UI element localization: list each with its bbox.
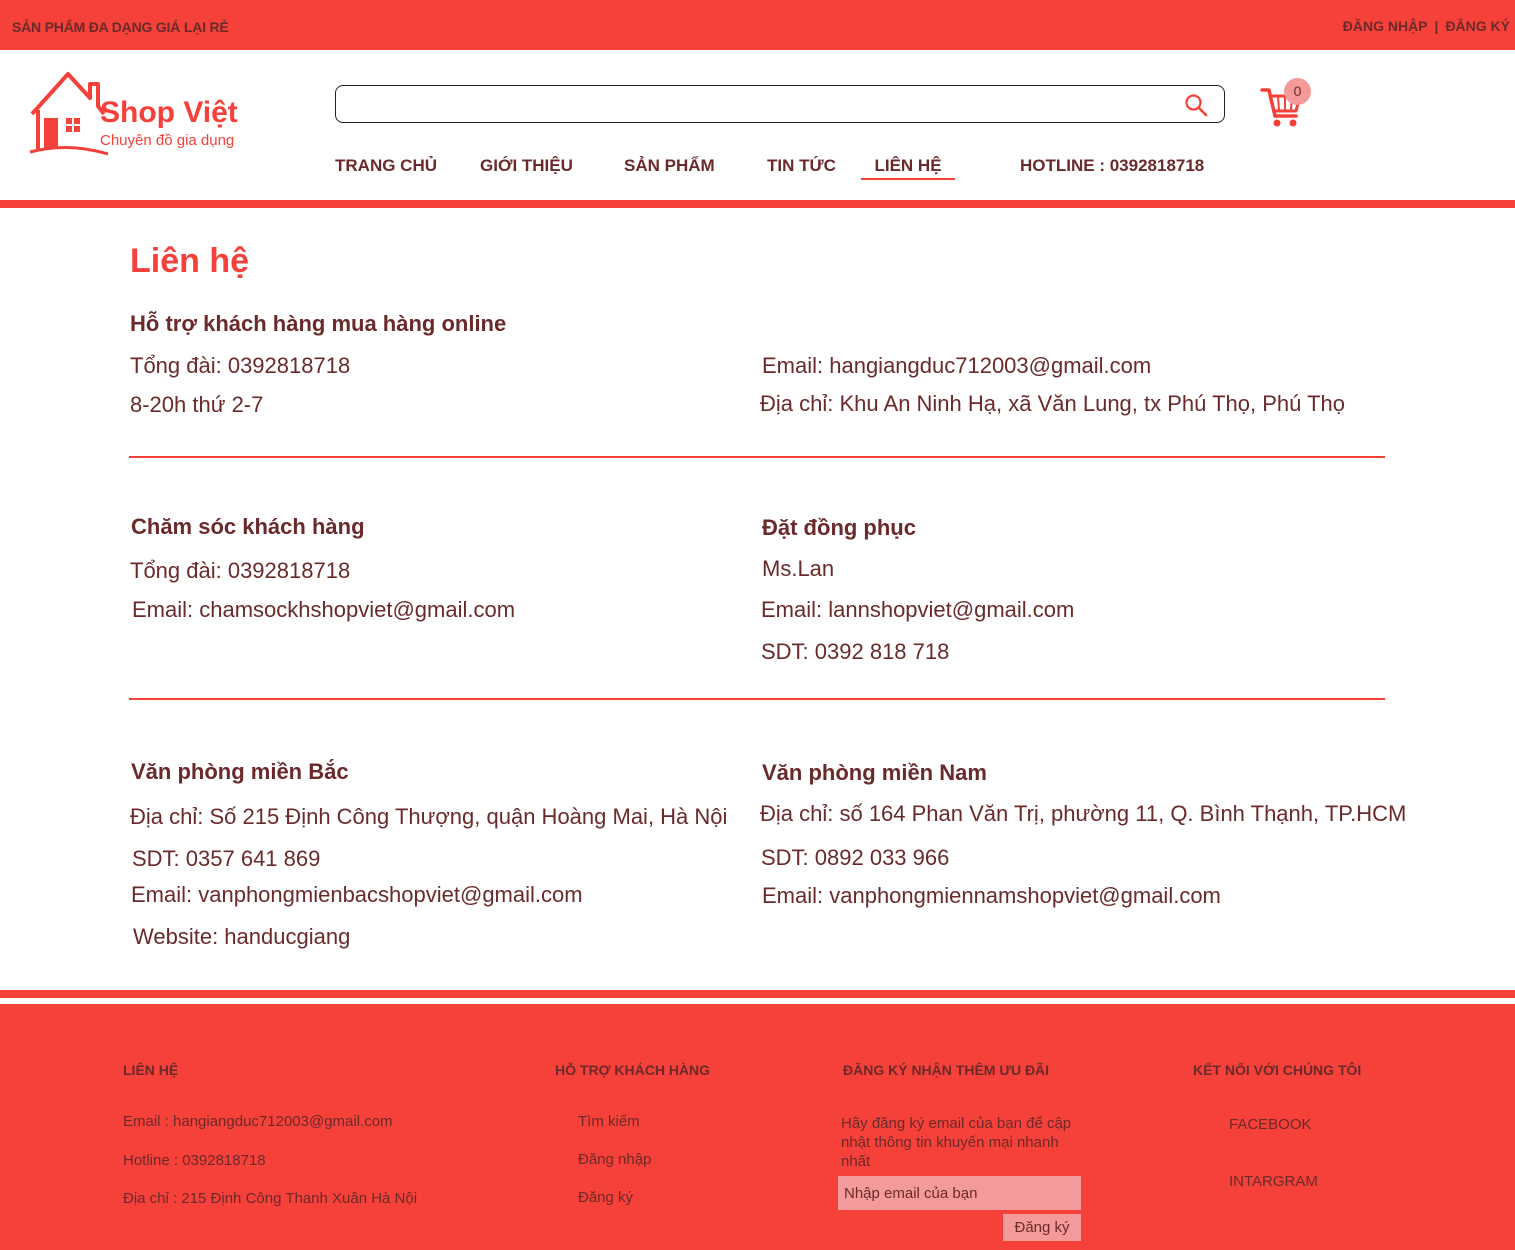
online-support-hours: 8-20h thứ 2-7 xyxy=(130,392,264,417)
footer-social-title: KẾT NỐI VỚI CHÚNG TÔI xyxy=(1193,1062,1362,1078)
main-nav: TRANG CHỦ GIỚI THIỆU SẢN PHẨM TIN TỨC LI… xyxy=(0,156,1515,186)
online-support-email: Email: hangiangduc712003@gmail.com xyxy=(762,353,1152,378)
uniform-order-email: Email: lannshopviet@gmail.com xyxy=(761,597,1075,622)
logo[interactable]: Shop Việt Chuyên đồ gia dụng xyxy=(28,70,268,160)
footer: LIÊN HỆ Email : hangiangduc712003@gmail.… xyxy=(0,1004,1515,1250)
footer-link-login[interactable]: Đăng nhập xyxy=(578,1151,651,1168)
customer-care-phone: Tổng đài: 0392818718 xyxy=(130,558,351,583)
brand-tagline: Chuyên đồ gia dụng xyxy=(100,132,235,149)
south-office-phone: SDT: 0892 033 966 xyxy=(761,845,950,870)
nav-item-news[interactable]: TIN TỨC xyxy=(767,156,836,176)
auth-separator: | xyxy=(1434,18,1439,34)
newsletter-email-input[interactable] xyxy=(838,1176,1081,1210)
online-support-title: Hỗ trợ khách hàng mua hàng online xyxy=(130,311,507,336)
login-link[interactable]: ĐĂNG NHẬP xyxy=(1343,18,1428,34)
north-office-address: Địa chỉ: Số 215 Định Công Thượng, quận H… xyxy=(130,804,728,829)
footer-newsletter-description: Hãy đăng ký email của bạn để cập nhật th… xyxy=(841,1115,1072,1170)
footer-contact-address: Địa chỉ : 215 Định Công Thanh Xuân Hà Nộ… xyxy=(123,1190,418,1207)
header: Shop Việt Chuyên đồ gia dụng 0 TRANG CHỦ… xyxy=(0,50,1515,200)
footer-contact-email: Email : hangiangduc712003@gmail.com xyxy=(123,1113,393,1130)
nav-item-about[interactable]: GIỚI THIỆU xyxy=(480,156,573,176)
footer-link-register[interactable]: Đăng ký xyxy=(578,1189,633,1206)
house-logo-icon xyxy=(29,72,108,156)
footer-contact-hotline: Hotline : 0392818718 xyxy=(123,1152,266,1169)
online-support-phone: Tổng đài: 0392818718 xyxy=(130,353,351,378)
north-office-title: Văn phòng miền Bắc xyxy=(131,759,349,784)
south-office-address: Địa chỉ: số 164 Phan Văn Trị, phường 11,… xyxy=(760,801,1407,826)
customer-care-title: Chăm sóc khách hàng xyxy=(131,514,365,539)
customer-care-email: Email: chamsockhshopviet@gmail.com xyxy=(132,597,516,622)
page-title: Liên hệ xyxy=(130,242,250,280)
newsletter-subscribe-button[interactable]: Đăng ký xyxy=(1003,1214,1081,1241)
uniform-order-phone: SDT: 0392 818 718 xyxy=(761,639,950,664)
auth-links: ĐĂNG NHẬP | ĐĂNG KÝ xyxy=(1343,18,1510,34)
north-office-phone: SDT: 0357 641 869 xyxy=(132,846,321,871)
nav-item-home[interactable]: TRANG CHỦ xyxy=(335,156,437,176)
cart-button[interactable]: 0 xyxy=(1260,78,1311,128)
search-box xyxy=(335,85,1225,123)
search-icon[interactable] xyxy=(1184,93,1208,117)
north-office-website: Website: handucgiang xyxy=(133,924,351,949)
footer-contact-title: LIÊN HỆ xyxy=(123,1062,179,1078)
cart-count-badge: 0 xyxy=(1284,78,1311,105)
contact-content: Liên hệ Hỗ trợ khách hàng mua hàng onlin… xyxy=(0,208,1515,990)
hotline-text: HOTLINE : 0392818718 xyxy=(1020,156,1205,175)
footer-support-title: HỖ TRỢ KHÁCH HÀNG xyxy=(555,1062,711,1078)
nav-item-products[interactable]: SẢN PHẨM xyxy=(624,156,715,176)
promo-text: SẢN PHẨM ĐA DẠNG GIÁ LẠI RẺ xyxy=(12,19,229,35)
uniform-order-title: Đặt đồng phục xyxy=(762,515,916,540)
brand-name: Shop Việt xyxy=(100,96,238,129)
footer-newsletter-title: ĐĂNG KÝ NHẬN THÊM ƯU ĐÃI xyxy=(843,1062,1050,1078)
online-support-address: Địa chỉ: Khu An Ninh Hạ, xã Văn Lung, tx… xyxy=(760,391,1345,416)
south-office-email: Email: vanphongmiennamshopviet@gmail.com xyxy=(762,883,1221,908)
footer-link-search[interactable]: Tìm kiếm xyxy=(578,1113,640,1130)
uniform-order-contact: Ms.Lan xyxy=(762,556,835,581)
footer-link-facebook[interactable]: FACEBOOK xyxy=(1229,1116,1312,1133)
footer-divider xyxy=(0,990,1515,998)
nav-item-contact[interactable]: LIÊN HỆ xyxy=(861,156,955,180)
register-link[interactable]: ĐĂNG KÝ xyxy=(1445,18,1510,34)
south-office-title: Văn phòng miền Nam xyxy=(762,760,987,785)
footer-link-instagram[interactable]: INTARGRAM xyxy=(1229,1173,1318,1190)
section-divider xyxy=(129,698,1385,700)
north-office-email: Email: vanphongmienbacshopviet@gmail.com xyxy=(131,882,583,907)
header-divider xyxy=(0,200,1515,208)
search-input[interactable] xyxy=(348,92,1168,116)
top-bar: SẢN PHẨM ĐA DẠNG GIÁ LẠI RẺ ĐĂNG NHẬP | ĐĂ… xyxy=(0,0,1515,50)
section-divider xyxy=(129,456,1385,458)
